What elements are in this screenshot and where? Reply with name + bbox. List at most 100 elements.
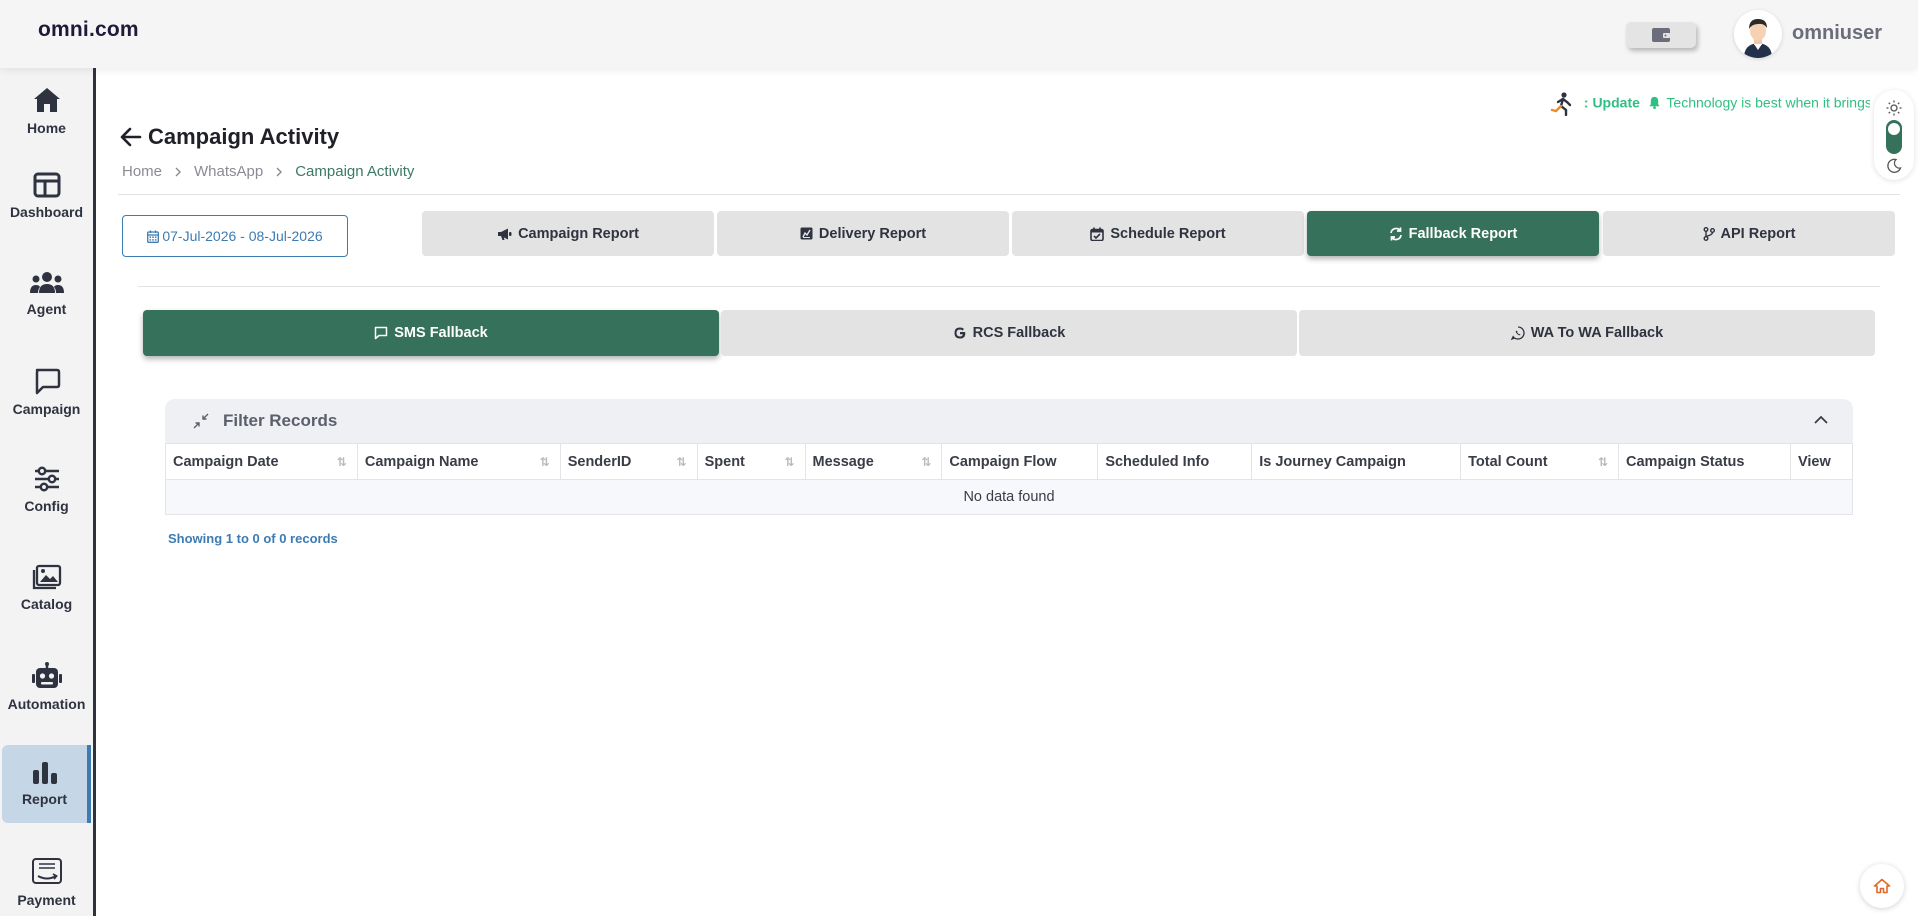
- sort-icon[interactable]: ⇅: [337, 455, 347, 469]
- branch-icon: [1703, 226, 1715, 241]
- sidebar-item-home[interactable]: Home: [0, 72, 93, 150]
- tab-label: Campaign Report: [518, 225, 639, 242]
- megaphone-icon: [498, 228, 512, 240]
- collapse-arrows-icon: [193, 413, 209, 429]
- column-header-message[interactable]: Message ⇅: [804, 443, 943, 480]
- message-square-icon: [375, 326, 388, 340]
- avatar[interactable]: [1734, 10, 1782, 58]
- tab-sms-fallback[interactable]: SMS Fallback: [143, 310, 719, 356]
- filter-records-title: Filter Records: [223, 411, 338, 430]
- sidebar-item-label: Dashboard: [9, 204, 84, 220]
- tab-fallback-report[interactable]: Fallback Report: [1307, 211, 1599, 256]
- breadcrumb: Home WhatsApp Campaign Activity: [122, 163, 414, 180]
- chevron-right-icon: [276, 167, 283, 176]
- bar-chart-icon: [32, 762, 57, 784]
- update-message: Technology is best when it brings people…: [1666, 94, 1870, 111]
- filter-records-panel[interactable]: Filter Records: [165, 399, 1853, 443]
- dashboard-icon: [33, 172, 60, 198]
- column-header-is-journey-campaign: Is Journey Campaign: [1251, 443, 1462, 480]
- breadcrumb-current: Campaign Activity: [295, 163, 415, 180]
- sidebar-item-report[interactable]: Report: [2, 745, 91, 823]
- sun-icon: [1886, 100, 1902, 116]
- username[interactable]: omniuser: [1792, 22, 1882, 45]
- tab-label: SMS Fallback: [394, 325, 488, 341]
- tab-campaign-report[interactable]: Campaign Report: [422, 211, 714, 256]
- date-range-text: 07-Jul-2026 - 08-Jul-2026: [162, 228, 323, 244]
- date-range-picker[interactable]: 07-Jul-2026 - 08-Jul-2026: [122, 215, 348, 257]
- update-ticker: : Update Technology is best when it brin…: [1548, 92, 1870, 116]
- tab-api-report[interactable]: API Report: [1603, 211, 1895, 256]
- column-header-campaign-status: Campaign Status: [1618, 443, 1791, 480]
- tabs-divider: [138, 286, 1880, 287]
- sidebar: Home Dashboard Agent Campaign Config Cat…: [0, 68, 96, 916]
- top-bar: omni.com omniuser: [0, 0, 1918, 68]
- column-header-campaign-flow: Campaign Flow: [941, 443, 1099, 480]
- whatsapp-icon: [1510, 326, 1525, 340]
- sort-icon[interactable]: ⇅: [677, 455, 687, 469]
- chevron-up-icon[interactable]: [1813, 413, 1829, 427]
- sidebar-item-label: Report: [21, 791, 68, 807]
- home-icon: [33, 88, 60, 112]
- tab-label: Schedule Report: [1110, 225, 1226, 242]
- sidebar-item-campaign[interactable]: Campaign: [0, 353, 93, 431]
- google-icon: [954, 327, 965, 339]
- tab-label: API Report: [1720, 225, 1796, 242]
- sidebar-item-catalog[interactable]: Catalog: [0, 549, 93, 627]
- tab-delivery-report[interactable]: Delivery Report: [717, 211, 1009, 256]
- sidebar-item-automation[interactable]: Automation: [0, 648, 93, 726]
- theme-switch-track[interactable]: [1886, 120, 1902, 154]
- sort-icon[interactable]: ⇅: [1598, 455, 1608, 469]
- column-header-scheduled-info: Scheduled Info: [1097, 443, 1253, 480]
- calendar-check-icon: [1090, 227, 1105, 241]
- chat-icon: [35, 368, 60, 395]
- column-header-sender-id[interactable]: SenderID ⇅: [559, 443, 698, 480]
- column-header-spent[interactable]: Spent ⇅: [696, 443, 806, 480]
- wallet-button[interactable]: [1626, 22, 1696, 48]
- bell-icon: [1649, 96, 1660, 109]
- running-person-icon: [1550, 92, 1572, 116]
- breadcrumb-section[interactable]: WhatsApp: [194, 163, 263, 180]
- sort-icon[interactable]: ⇅: [540, 455, 550, 469]
- header-divider: [118, 194, 1900, 195]
- column-header-campaign-name[interactable]: Campaign Name ⇅: [356, 443, 561, 480]
- tab-wa-to-wa-fallback[interactable]: WA To WA Fallback: [1299, 310, 1875, 356]
- table-header-row: Campaign Date ⇅ Campaign Name ⇅ SenderID ⇅ …: [165, 443, 1854, 480]
- theme-switch-knob: [1888, 123, 1900, 135]
- amazon-pay-icon: [31, 858, 62, 884]
- sidebar-item-agent[interactable]: Agent: [0, 255, 93, 333]
- image-icon: [32, 564, 61, 590]
- tab-schedule-report[interactable]: Schedule Report: [1012, 211, 1304, 256]
- sliders-icon: [34, 466, 59, 492]
- calendar-icon: [147, 230, 160, 243]
- back-arrow-icon[interactable]: [120, 127, 142, 147]
- user-avatar-icon: [1734, 10, 1782, 58]
- column-header-total-count[interactable]: Total Count ⇅: [1460, 443, 1620, 480]
- tab-label: WA To WA Fallback: [1530, 325, 1664, 341]
- home-icon: [1873, 878, 1891, 894]
- column-header-view: View: [1789, 443, 1854, 480]
- sidebar-item-label: Campaign: [12, 401, 81, 417]
- home-floating-button[interactable]: [1860, 864, 1904, 908]
- sidebar-item-label: Catalog: [20, 596, 73, 612]
- app-logo[interactable]: omni.com: [38, 18, 139, 42]
- sidebar-item-label: Payment: [17, 892, 76, 908]
- table-row: No data found: [165, 479, 1853, 515]
- tab-label: Fallback Report: [1408, 225, 1518, 242]
- sidebar-item-dashboard[interactable]: Dashboard: [0, 157, 93, 235]
- sort-icon[interactable]: ⇅: [784, 455, 794, 469]
- sort-icon[interactable]: ⇅: [921, 455, 931, 469]
- page-title: Campaign Activity: [120, 124, 339, 150]
- theme-toggle[interactable]: [1874, 90, 1914, 180]
- page-title-text: Campaign Activity: [148, 124, 340, 149]
- sidebar-item-label: Agent: [26, 301, 67, 317]
- update-prefix: : Update: [1583, 94, 1640, 111]
- chevron-right-icon: [175, 167, 182, 176]
- campaign-table: Campaign Date ⇅ Campaign Name ⇅ SenderID ⇅ …: [165, 443, 1854, 515]
- tab-rcs-fallback[interactable]: RCS Fallback: [721, 310, 1297, 356]
- sidebar-item-payment[interactable]: Payment: [0, 844, 93, 922]
- report-icon: [800, 227, 813, 240]
- breadcrumb-home[interactable]: Home: [122, 163, 162, 180]
- wallet-icon: [1652, 28, 1670, 42]
- sidebar-item-config[interactable]: Config: [0, 451, 93, 529]
- column-header-campaign-date[interactable]: Campaign Date ⇅: [165, 443, 358, 480]
